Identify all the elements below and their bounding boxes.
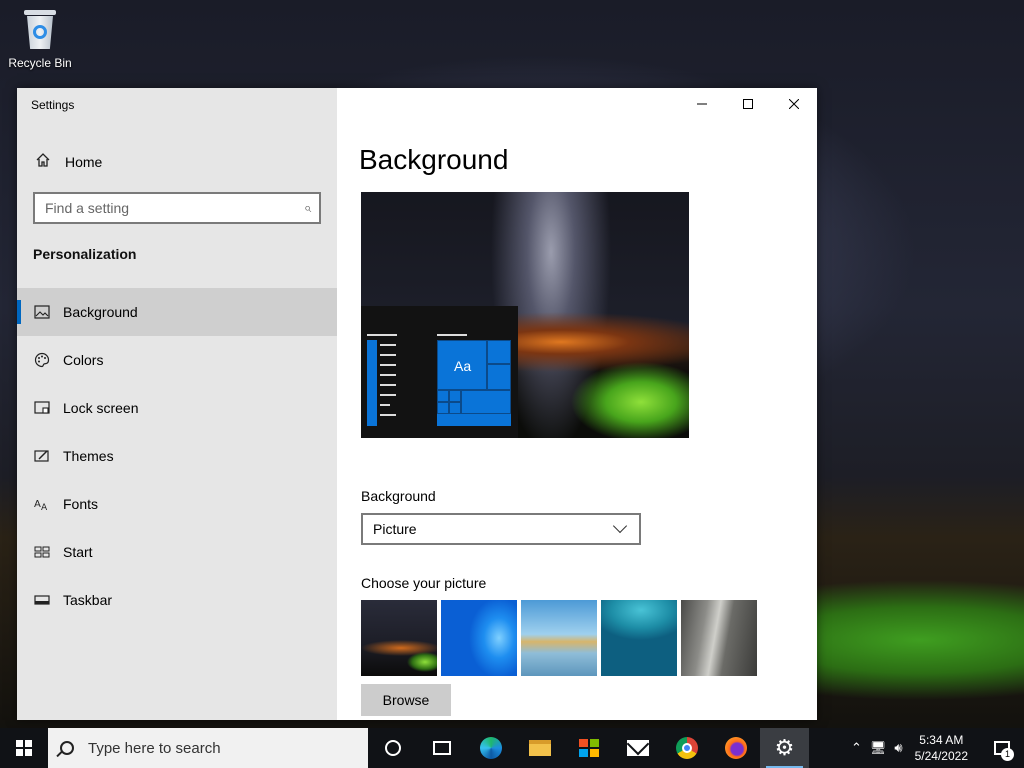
nav-label-lock-screen: Lock screen [63, 400, 139, 416]
nav-item-lock-screen[interactable]: Lock screen [17, 384, 337, 432]
maximize-icon [743, 96, 753, 112]
task-view-icon [432, 741, 451, 755]
nav-item-colors[interactable]: Colors [17, 336, 337, 384]
start-grid-icon [33, 544, 51, 560]
volume-icon[interactable]: 🔊︎ [894, 740, 902, 756]
section-title: Personalization [33, 246, 137, 262]
store-button[interactable] [564, 728, 613, 768]
choose-picture-label: Choose your picture [361, 575, 487, 591]
palette-icon [33, 352, 51, 368]
chrome-icon [675, 737, 698, 759]
taskbar: Type here to search ⚙ ⌃ 🖥︎ 🔊︎ 5:34 AM 5/… [0, 728, 1024, 768]
svg-text:A: A [34, 499, 41, 510]
edge-button[interactable] [466, 728, 515, 768]
personalization-nav: Background Colors Lock screen Themes A A… [17, 288, 337, 624]
nav-item-taskbar[interactable]: Taskbar [17, 576, 337, 624]
settings-sidebar: Settings Home Find a setting ⌕ Personali… [17, 88, 337, 720]
nav-item-background[interactable]: Background [17, 288, 337, 336]
chrome-button[interactable] [662, 728, 711, 768]
background-type-dropdown[interactable]: Picture [361, 513, 641, 545]
picture-thumbnail-windows-blue[interactable] [441, 600, 517, 676]
picture-thumbnail-night-tent[interactable] [361, 600, 437, 676]
taskbar-icon [33, 592, 51, 608]
task-view-button[interactable] [417, 728, 466, 768]
picture-thumbnail-waterfall[interactable] [681, 600, 757, 676]
search-icon [60, 741, 74, 755]
action-center-button[interactable]: 1 [980, 728, 1024, 768]
mail-button[interactable] [613, 728, 662, 768]
minimize-button[interactable] [679, 88, 725, 120]
store-icon [578, 739, 599, 757]
clock[interactable]: 5:34 AM 5/24/2022 [915, 732, 968, 764]
recycle-bin-icon [22, 10, 58, 50]
chevron-up-icon[interactable]: ⌃ [851, 740, 862, 756]
home-label: Home [65, 154, 103, 170]
nav-item-fonts[interactable]: AA Fonts [17, 480, 337, 528]
background-type-label: Background [361, 488, 436, 504]
home-nav-item[interactable]: Home [17, 150, 337, 174]
taskbar-search-box[interactable]: Type here to search [48, 728, 368, 768]
nav-item-themes[interactable]: Themes [17, 432, 337, 480]
system-tray: ⌃ 🖥︎ 🔊︎ 5:34 AM 5/24/2022 1 [847, 728, 1024, 768]
nav-label-colors: Colors [63, 352, 104, 368]
clock-time: 5:34 AM [919, 733, 964, 747]
preview-tile-text: Aa [454, 358, 472, 374]
picture-thumbnail-underwater[interactable] [601, 600, 677, 676]
themes-brush-icon [33, 448, 51, 464]
minimize-icon [697, 96, 707, 112]
gear-icon: ⚙ [774, 735, 795, 760]
browse-button[interactable]: Browse [361, 684, 451, 716]
settings-taskbar-button[interactable]: ⚙ [760, 728, 809, 768]
nav-label-themes: Themes [63, 448, 114, 464]
notification-count-badge: 1 [1001, 748, 1014, 761]
background-type-value: Picture [373, 521, 417, 537]
chevron-down-icon [612, 518, 628, 534]
cortana-button[interactable] [368, 728, 417, 768]
nav-item-start[interactable]: Start [17, 528, 337, 576]
svg-text:A: A [41, 503, 48, 511]
cortana-icon [384, 740, 401, 756]
network-icon[interactable]: 🖥︎ [870, 740, 887, 756]
settings-window: Settings Home Find a setting ⌕ Personali… [17, 88, 817, 720]
start-button[interactable] [0, 728, 48, 768]
folder-icon [528, 740, 551, 756]
close-button[interactable] [771, 88, 817, 120]
background-preview: Aa [361, 192, 689, 438]
nav-label-background: Background [63, 304, 138, 320]
windows-logo-icon [16, 740, 32, 756]
nav-label-start: Start [63, 544, 93, 560]
edge-icon [479, 737, 502, 759]
caption-buttons [679, 88, 817, 120]
firefox-button[interactable] [711, 728, 760, 768]
nav-label-fonts: Fonts [63, 496, 99, 512]
mail-icon [626, 740, 649, 756]
preview-start-menu-mock: Aa [361, 306, 518, 438]
firefox-icon [724, 737, 747, 759]
picture-icon [33, 304, 51, 320]
nav-label-taskbar: Taskbar [63, 592, 113, 608]
home-icon [35, 152, 51, 173]
find-setting-placeholder: Find a setting [45, 200, 130, 216]
file-explorer-button[interactable] [515, 728, 564, 768]
clock-date: 5/24/2022 [914, 749, 968, 763]
window-title: Settings [31, 98, 75, 112]
recycle-bin-desktop-icon[interactable]: Recycle Bin [6, 6, 74, 70]
search-icon: ⌕ [303, 200, 311, 215]
close-icon [788, 96, 800, 112]
page-title: Background [359, 144, 509, 175]
fonts-icon: AA [33, 496, 51, 512]
find-setting-search-field[interactable]: Find a setting ⌕ [33, 192, 321, 224]
picture-thumbnail-beach-rocks[interactable] [521, 600, 597, 676]
picture-thumbnails [361, 600, 757, 676]
lock-screen-icon [33, 400, 51, 416]
settings-content: Background Aa Background Picture Choose … [337, 88, 817, 720]
recycle-bin-label: Recycle Bin [8, 56, 72, 70]
maximize-button[interactable] [725, 88, 771, 120]
taskbar-search-placeholder: Type here to search [88, 739, 221, 757]
